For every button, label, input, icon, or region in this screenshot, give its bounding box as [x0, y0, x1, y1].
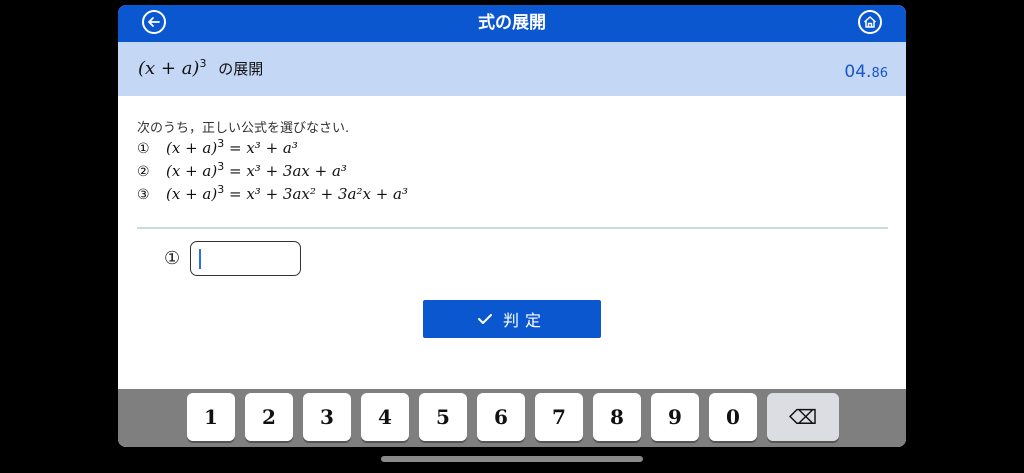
numeric-keypad: 1 2 3 4 5 6 7 8 9 0 ⌫ [118, 389, 906, 447]
topic-heading: (x + a)3 の展開 [138, 57, 263, 79]
timer-main: 04. [844, 62, 872, 82]
backspace-icon: ⌫ [788, 405, 818, 429]
judge-button-label: 判定 [502, 311, 547, 330]
timer: 04.86 [844, 62, 888, 82]
checkmark-icon [477, 314, 492, 324]
answer-number: ① [164, 248, 181, 269]
app-window: 式の展開 (x + a)3 の展開 04.86 次のうち，正しい公式を選びなさい… [118, 5, 906, 447]
option-lhs-exponent: 3 [217, 160, 225, 173]
option-lhs: (x + a) [166, 139, 218, 157]
key-7[interactable]: 7 [535, 393, 583, 441]
key-3[interactable]: 3 [303, 393, 351, 441]
page-title: 式の展開 [478, 13, 546, 33]
option-lhs-exponent: 3 [217, 183, 225, 196]
home-indicator[interactable] [381, 456, 643, 462]
key-6[interactable]: 6 [477, 393, 525, 441]
option-2: ② (x + a)3 = x³ + 3ax + a³ [137, 160, 347, 180]
option-number: ③ [137, 187, 150, 203]
key-8[interactable]: 8 [593, 393, 641, 441]
timer-fraction: 86 [871, 66, 888, 81]
key-2[interactable]: 2 [245, 393, 293, 441]
key-5[interactable]: 5 [419, 393, 467, 441]
divider [137, 227, 888, 229]
question-prompt: 次のうち，正しい公式を選びなさい. [137, 121, 350, 136]
option-rhs: = x³ + 3ax² + 3a²x + a³ [229, 185, 408, 203]
topic-suffix: の展開 [218, 60, 264, 78]
option-1: ① (x + a)3 = x³ + a³ [137, 137, 298, 157]
option-lhs: (x + a) [166, 162, 218, 180]
option-3: ③ (x + a)3 = x³ + 3ax² + 3a²x + a³ [137, 183, 408, 203]
option-rhs: = x³ + a³ [229, 139, 298, 157]
key-4[interactable]: 4 [361, 393, 409, 441]
option-rhs: = x³ + 3ax + a³ [229, 162, 347, 180]
top-bar: 式の展開 [118, 5, 906, 42]
text-cursor [199, 249, 201, 269]
key-1[interactable]: 1 [187, 393, 235, 441]
option-number: ① [137, 141, 150, 157]
judge-button[interactable]: 判定 [423, 300, 601, 338]
option-lhs: (x + a) [166, 185, 218, 203]
answer-input[interactable] [190, 241, 301, 276]
topic-exponent: 3 [199, 57, 207, 70]
home-button[interactable] [858, 10, 882, 34]
home-icon [863, 16, 877, 28]
option-number: ② [137, 164, 150, 180]
topic-expression: (x + a) [138, 58, 200, 79]
topic-bar: (x + a)3 の展開 04.86 [118, 42, 906, 96]
option-lhs-exponent: 3 [217, 137, 225, 150]
key-0[interactable]: 0 [709, 393, 757, 441]
delete-key[interactable]: ⌫ [767, 393, 839, 441]
key-9[interactable]: 9 [651, 393, 699, 441]
